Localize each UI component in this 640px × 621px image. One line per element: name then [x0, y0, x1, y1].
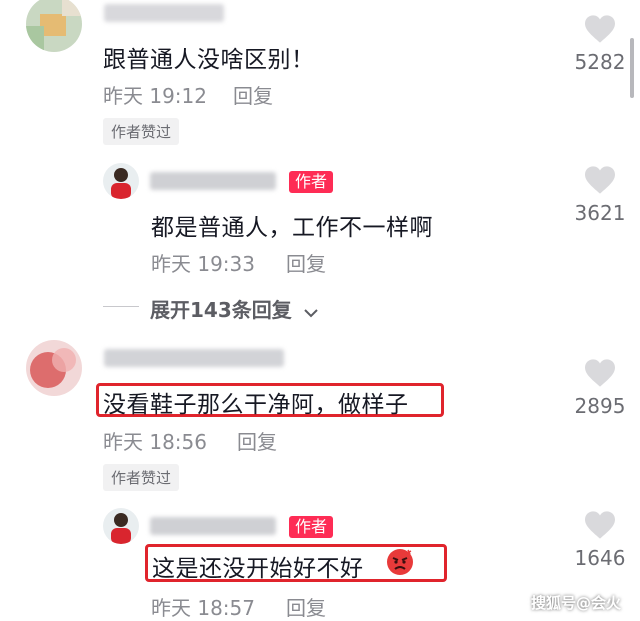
author-liked-badge: 作者赞过 — [103, 118, 180, 145]
like-button[interactable]: 3621 — [565, 165, 635, 225]
username-blurred[interactable] — [104, 4, 224, 22]
like-count: 3621 — [574, 201, 626, 225]
avatar[interactable] — [26, 340, 82, 396]
angry-face-emoji-icon — [386, 548, 414, 576]
username-blurred[interactable] — [104, 349, 284, 367]
heart-outline-icon[interactable] — [583, 510, 617, 540]
heart-outline-icon[interactable] — [583, 14, 617, 44]
author-tag: 作者 — [289, 171, 334, 193]
reply-button[interactable]: 回复 — [237, 426, 277, 455]
author-liked-badge: 作者赞过 — [103, 464, 180, 491]
comment-text: 跟普通人没啥区别！ — [103, 47, 315, 73]
avatar[interactable] — [26, 0, 82, 52]
chevron-down-icon — [304, 308, 318, 317]
reply-time: 昨天 19:33 — [151, 252, 255, 276]
like-count: 2895 — [574, 394, 626, 418]
like-count: 1646 — [574, 546, 626, 570]
author-name-blurred[interactable] — [150, 517, 276, 535]
like-button[interactable]: 5282 — [565, 14, 635, 74]
heart-outline-icon[interactable] — [583, 358, 617, 388]
reply-button[interactable]: 回复 — [233, 80, 273, 109]
comment-text: 没看鞋子那么干净阿，做样子 — [103, 392, 409, 418]
author-avatar[interactable] — [103, 508, 139, 544]
heart-outline-icon[interactable] — [583, 165, 617, 195]
reply-text: 这是还没开始好不好 — [152, 556, 364, 582]
expand-replies-label: 展开143条回复 — [150, 298, 292, 322]
expand-replies-button[interactable]: 展开143条回复 — [150, 294, 319, 323]
author-avatar[interactable] — [103, 163, 139, 199]
watermark: 搜狐号@会火 — [531, 594, 622, 612]
author-name-blurred[interactable] — [150, 172, 276, 190]
expand-divider-line — [103, 306, 139, 307]
comment-time: 昨天 19:12 — [103, 84, 207, 108]
like-button[interactable]: 2895 — [565, 358, 635, 418]
comment-time: 昨天 18:56 — [103, 430, 207, 454]
author-tag: 作者 — [289, 516, 334, 538]
like-count: 5282 — [574, 50, 626, 74]
reply-text: 都是普通人，工作不一样啊 — [151, 215, 433, 241]
reply-time: 昨天 18:57 — [151, 596, 255, 620]
reply-button[interactable]: 回复 — [286, 592, 326, 621]
like-button[interactable]: 1646 — [565, 510, 635, 570]
reply-button[interactable]: 回复 — [286, 248, 326, 277]
